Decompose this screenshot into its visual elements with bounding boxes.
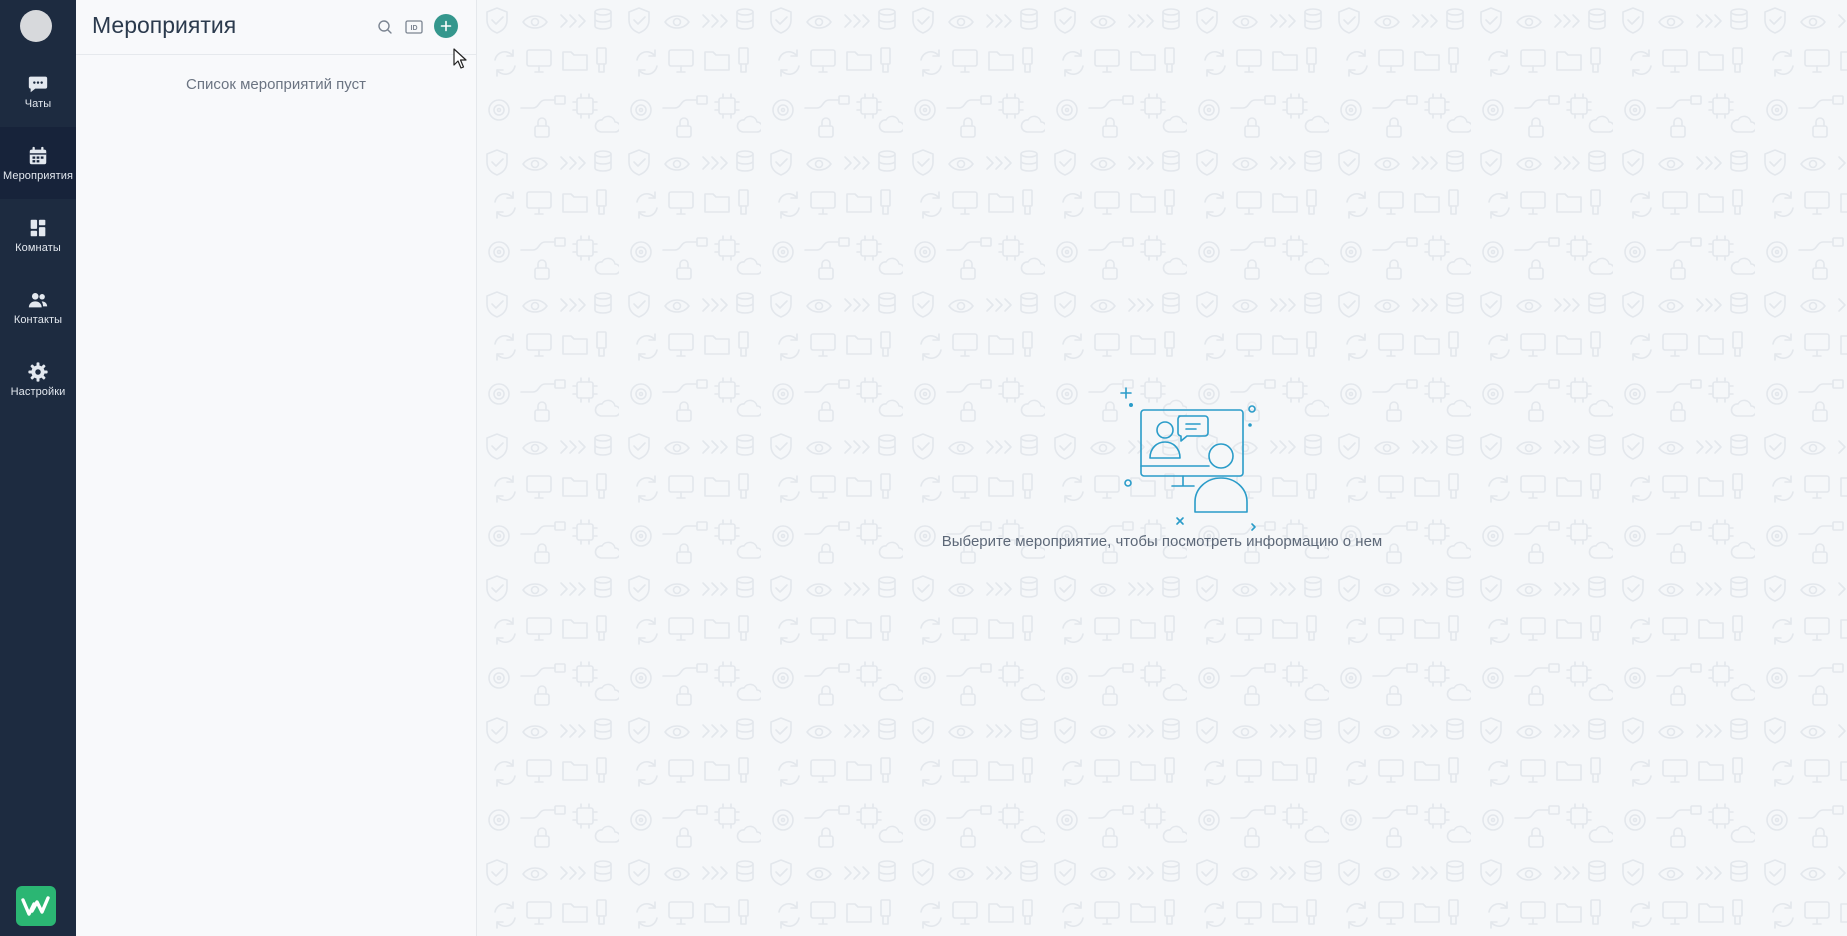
nav-item-chats[interactable]: Чаты bbox=[0, 55, 76, 127]
events-panel-header: Мероприятия ID bbox=[76, 0, 476, 55]
placeholder-text: Выберите мероприятие, чтобы посмотреть и… bbox=[941, 533, 1383, 550]
svg-text:ID: ID bbox=[411, 25, 418, 32]
gear-icon bbox=[28, 361, 48, 382]
calendar-icon bbox=[29, 146, 47, 164]
nav-label-chats: Чаты bbox=[24, 97, 52, 110]
nav-item-rooms[interactable]: Комнаты bbox=[0, 199, 76, 271]
app-logo bbox=[16, 886, 56, 926]
main-area: Выберите мероприятие, чтобы посмотреть и… bbox=[477, 0, 1847, 936]
nav-item-settings[interactable]: Настройки bbox=[0, 343, 76, 415]
search-icon bbox=[378, 20, 392, 34]
chat-icon bbox=[28, 76, 48, 92]
nav-label-contacts: Контакты bbox=[13, 313, 63, 326]
nav-item-contacts[interactable]: Контакты bbox=[0, 271, 76, 343]
plus-icon bbox=[440, 20, 452, 32]
avatar[interactable] bbox=[20, 10, 52, 42]
contacts-icon bbox=[28, 292, 48, 307]
search-button[interactable] bbox=[373, 15, 397, 39]
nav-label-rooms: Комнаты bbox=[15, 241, 61, 254]
join-by-id-button[interactable]: ID bbox=[402, 15, 426, 39]
nav-label-events: Мероприятия bbox=[2, 169, 74, 182]
empty-list-text: Список мероприятий пуст bbox=[186, 76, 366, 93]
page-title: Мероприятия bbox=[92, 12, 237, 38]
app-window: Чаты Мероприятия Комнаты Контакты Настро… bbox=[0, 0, 1847, 936]
logo-icon bbox=[21, 896, 50, 916]
empty-state: Выберите мероприятие, чтобы посмотреть и… bbox=[477, 0, 1847, 936]
video-conference-illustration bbox=[1120, 387, 1256, 531]
nav-label-settings: Настройки bbox=[10, 385, 66, 398]
add-event-button[interactable] bbox=[434, 14, 458, 38]
nav-item-events[interactable]: Мероприятия bbox=[0, 127, 76, 199]
rooms-icon bbox=[30, 219, 46, 236]
events-panel: Мероприятия ID Список мероприятий пуст bbox=[76, 0, 477, 936]
id-card-icon: ID bbox=[405, 20, 423, 34]
nav-rail: Чаты Мероприятия Комнаты Контакты Настро… bbox=[0, 0, 76, 936]
